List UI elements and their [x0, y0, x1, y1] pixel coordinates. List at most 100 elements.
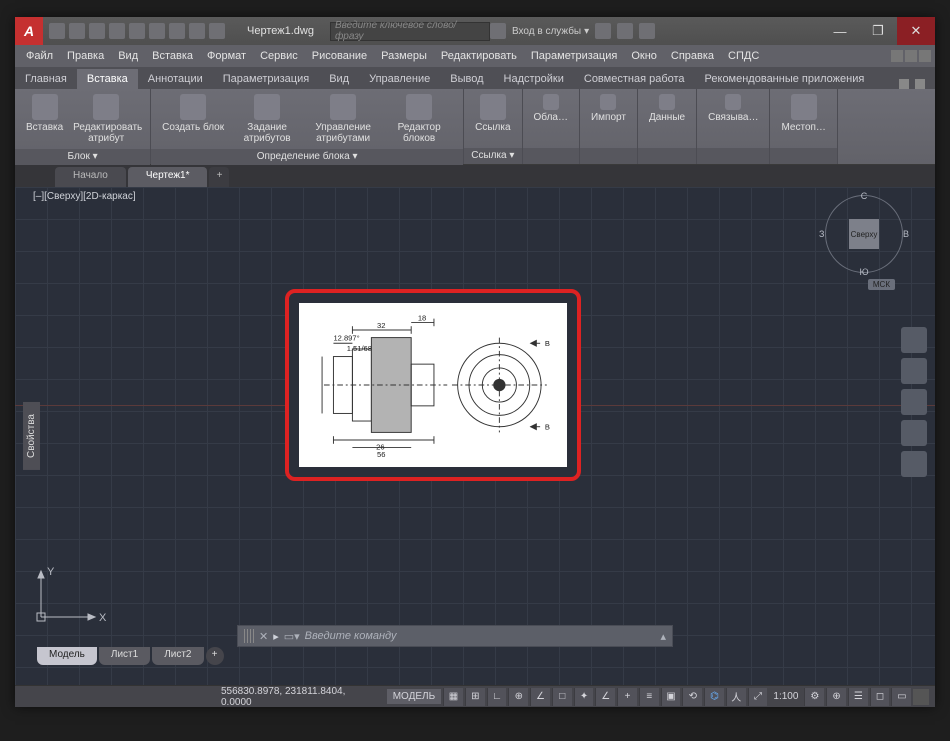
ucs-icon[interactable]: Y X [33, 565, 113, 625]
menu-window[interactable]: Окно [624, 50, 664, 62]
tab-start[interactable]: Начало [55, 167, 126, 187]
link-button[interactable]: Связыва… [703, 92, 763, 125]
doc-close-icon[interactable] [919, 50, 931, 62]
menu-file[interactable]: Файл [19, 50, 60, 62]
layout-tab-sheet1[interactable]: Лист1 [99, 647, 150, 665]
compass-west[interactable]: З [819, 229, 824, 239]
status-otrack-icon[interactable]: ∠ [595, 688, 615, 706]
command-menu-icon[interactable]: ✕ [259, 630, 268, 643]
nav-showmotion-icon[interactable] [901, 451, 927, 477]
status-annoscale-icon[interactable]: ⌬ [704, 688, 724, 706]
window-maximize-button[interactable]: ❐ [859, 17, 897, 45]
status-transparency-icon[interactable]: ▣ [661, 688, 681, 706]
qat-more-icon[interactable] [209, 23, 225, 39]
layout-tab-add[interactable]: + [206, 647, 224, 665]
view-cube[interactable]: Сверху С Ю З В [825, 195, 903, 273]
status-snap-icon[interactable]: ⊞ [465, 688, 485, 706]
nav-wheel-icon[interactable] [901, 327, 927, 353]
location-button[interactable]: Местоп… [776, 92, 830, 135]
qat-open-icon[interactable] [69, 23, 85, 39]
doc-restore-icon[interactable] [905, 50, 917, 62]
properties-palette-tab[interactable]: Свойства [23, 402, 40, 470]
status-scale[interactable]: 1:100 [769, 691, 802, 702]
qat-redo-icon[interactable] [169, 23, 185, 39]
ribbon-tab-annotate[interactable]: Аннотации [138, 69, 213, 89]
menu-service[interactable]: Сервис [253, 50, 305, 62]
ribbon-collapse-icon[interactable] [915, 79, 925, 89]
panel-blockdef-title[interactable]: Определение блока ▾ [151, 149, 463, 165]
import-button[interactable]: Импорт [586, 92, 631, 125]
point-cloud-button[interactable]: Обла… [529, 92, 573, 125]
ribbon-tab-addins[interactable]: Надстройки [494, 69, 574, 89]
status-ortho-icon[interactable]: ∟ [487, 688, 507, 706]
qat-share-icon[interactable] [189, 23, 205, 39]
inserted-image-highlight[interactable]: 3218 12.897°1.51/68 2656 BB [285, 289, 581, 481]
exchange-icon[interactable] [595, 23, 611, 39]
block-editor-button[interactable]: Редактор блоков [381, 92, 457, 146]
layout-tab-model[interactable]: Модель [37, 647, 97, 665]
define-attributes-button[interactable]: Задание атрибутов [229, 92, 305, 146]
compass-north[interactable]: С [861, 191, 868, 201]
compass-south[interactable]: Ю [859, 267, 868, 277]
status-polar-icon[interactable]: ⊕ [508, 688, 528, 706]
qat-plot-icon[interactable] [129, 23, 145, 39]
ribbon-tab-manage[interactable]: Управление [359, 69, 440, 89]
create-block-button[interactable]: Создать блок [157, 92, 229, 135]
ribbon-tab-recommended[interactable]: Рекомендованные приложения [695, 69, 875, 89]
ribbon-tab-view[interactable]: Вид [319, 69, 359, 89]
panel-block-title[interactable]: Блок ▾ [15, 149, 150, 165]
ribbon-tab-parametric[interactable]: Параметризация [213, 69, 319, 89]
viewport-label[interactable]: [–][Сверху][2D-каркас] [33, 191, 136, 202]
status-monitor-icon[interactable]: ⊕ [826, 688, 846, 706]
menu-draw[interactable]: Рисование [305, 50, 374, 62]
qat-save-icon[interactable] [89, 23, 105, 39]
command-line[interactable]: ✕ ▸ ▭▾ Введите команду ▴ [237, 625, 673, 647]
ribbon-play-icon[interactable] [899, 79, 909, 89]
menu-dimensions[interactable]: Размеры [374, 50, 434, 62]
command-recent-icon[interactable]: ▴ [660, 630, 666, 643]
status-osnap-icon[interactable]: □ [552, 688, 572, 706]
nav-zoom-icon[interactable] [901, 389, 927, 415]
status-hardware-icon[interactable]: ☰ [848, 688, 868, 706]
layout-tab-sheet2[interactable]: Лист2 [152, 647, 203, 665]
doc-minimize-icon[interactable] [891, 50, 903, 62]
qat-undo-icon[interactable] [149, 23, 165, 39]
menu-spds[interactable]: СПДС [721, 50, 766, 62]
command-line-grip[interactable] [244, 629, 254, 643]
window-close-button[interactable]: ✕ [897, 17, 935, 45]
status-annovis-icon[interactable]: 人 [726, 688, 746, 706]
wcs-badge[interactable]: МСК [868, 279, 895, 290]
menu-help[interactable]: Справка [664, 50, 721, 62]
status-model-button[interactable]: МОДЕЛЬ [387, 689, 441, 704]
status-coords[interactable]: 556830.8978, 231811.8404, 0.0000 [21, 686, 385, 708]
nav-orbit-icon[interactable] [901, 420, 927, 446]
menu-insert[interactable]: Вставка [145, 50, 200, 62]
menu-parametric[interactable]: Параметризация [524, 50, 624, 62]
panel-ref-title[interactable]: Ссылка ▾ [464, 148, 521, 164]
ribbon-tab-collab[interactable]: Совместная работа [574, 69, 695, 89]
insert-block-button[interactable]: Вставка [21, 92, 68, 135]
menu-view[interactable]: Вид [111, 50, 145, 62]
person-icon[interactable] [490, 23, 506, 39]
window-minimize-button[interactable]: — [821, 17, 859, 45]
menu-edit[interactable]: Правка [60, 50, 111, 62]
tab-drawing1[interactable]: Чертеж1* [128, 167, 208, 187]
drawing-canvas[interactable]: [–][Сверху][2D-каркас] Свойства [15, 187, 935, 685]
help-icon[interactable] [639, 23, 655, 39]
status-dynamic-icon[interactable]: + [617, 688, 637, 706]
data-button[interactable]: Данные [644, 92, 690, 125]
menu-modify[interactable]: Редактировать [434, 50, 524, 62]
status-isolate-icon[interactable]: ◻ [870, 688, 890, 706]
status-workspace-icon[interactable]: ⚙ [804, 688, 824, 706]
status-clean-icon[interactable]: ▭ [891, 688, 911, 706]
status-isodraft-icon[interactable]: ∠ [530, 688, 550, 706]
compass-east[interactable]: В [903, 229, 909, 239]
status-grid-icon[interactable]: ▦ [443, 688, 463, 706]
qat-new-icon[interactable] [49, 23, 65, 39]
nav-pan-icon[interactable] [901, 358, 927, 384]
cart-icon[interactable] [617, 23, 633, 39]
status-3dosnap-icon[interactable]: ✦ [574, 688, 594, 706]
manage-attributes-button[interactable]: Управление атрибутами [305, 92, 381, 146]
edit-attribute-button[interactable]: Редактировать атрибут [68, 92, 144, 146]
tab-new-button[interactable]: + [209, 167, 229, 187]
